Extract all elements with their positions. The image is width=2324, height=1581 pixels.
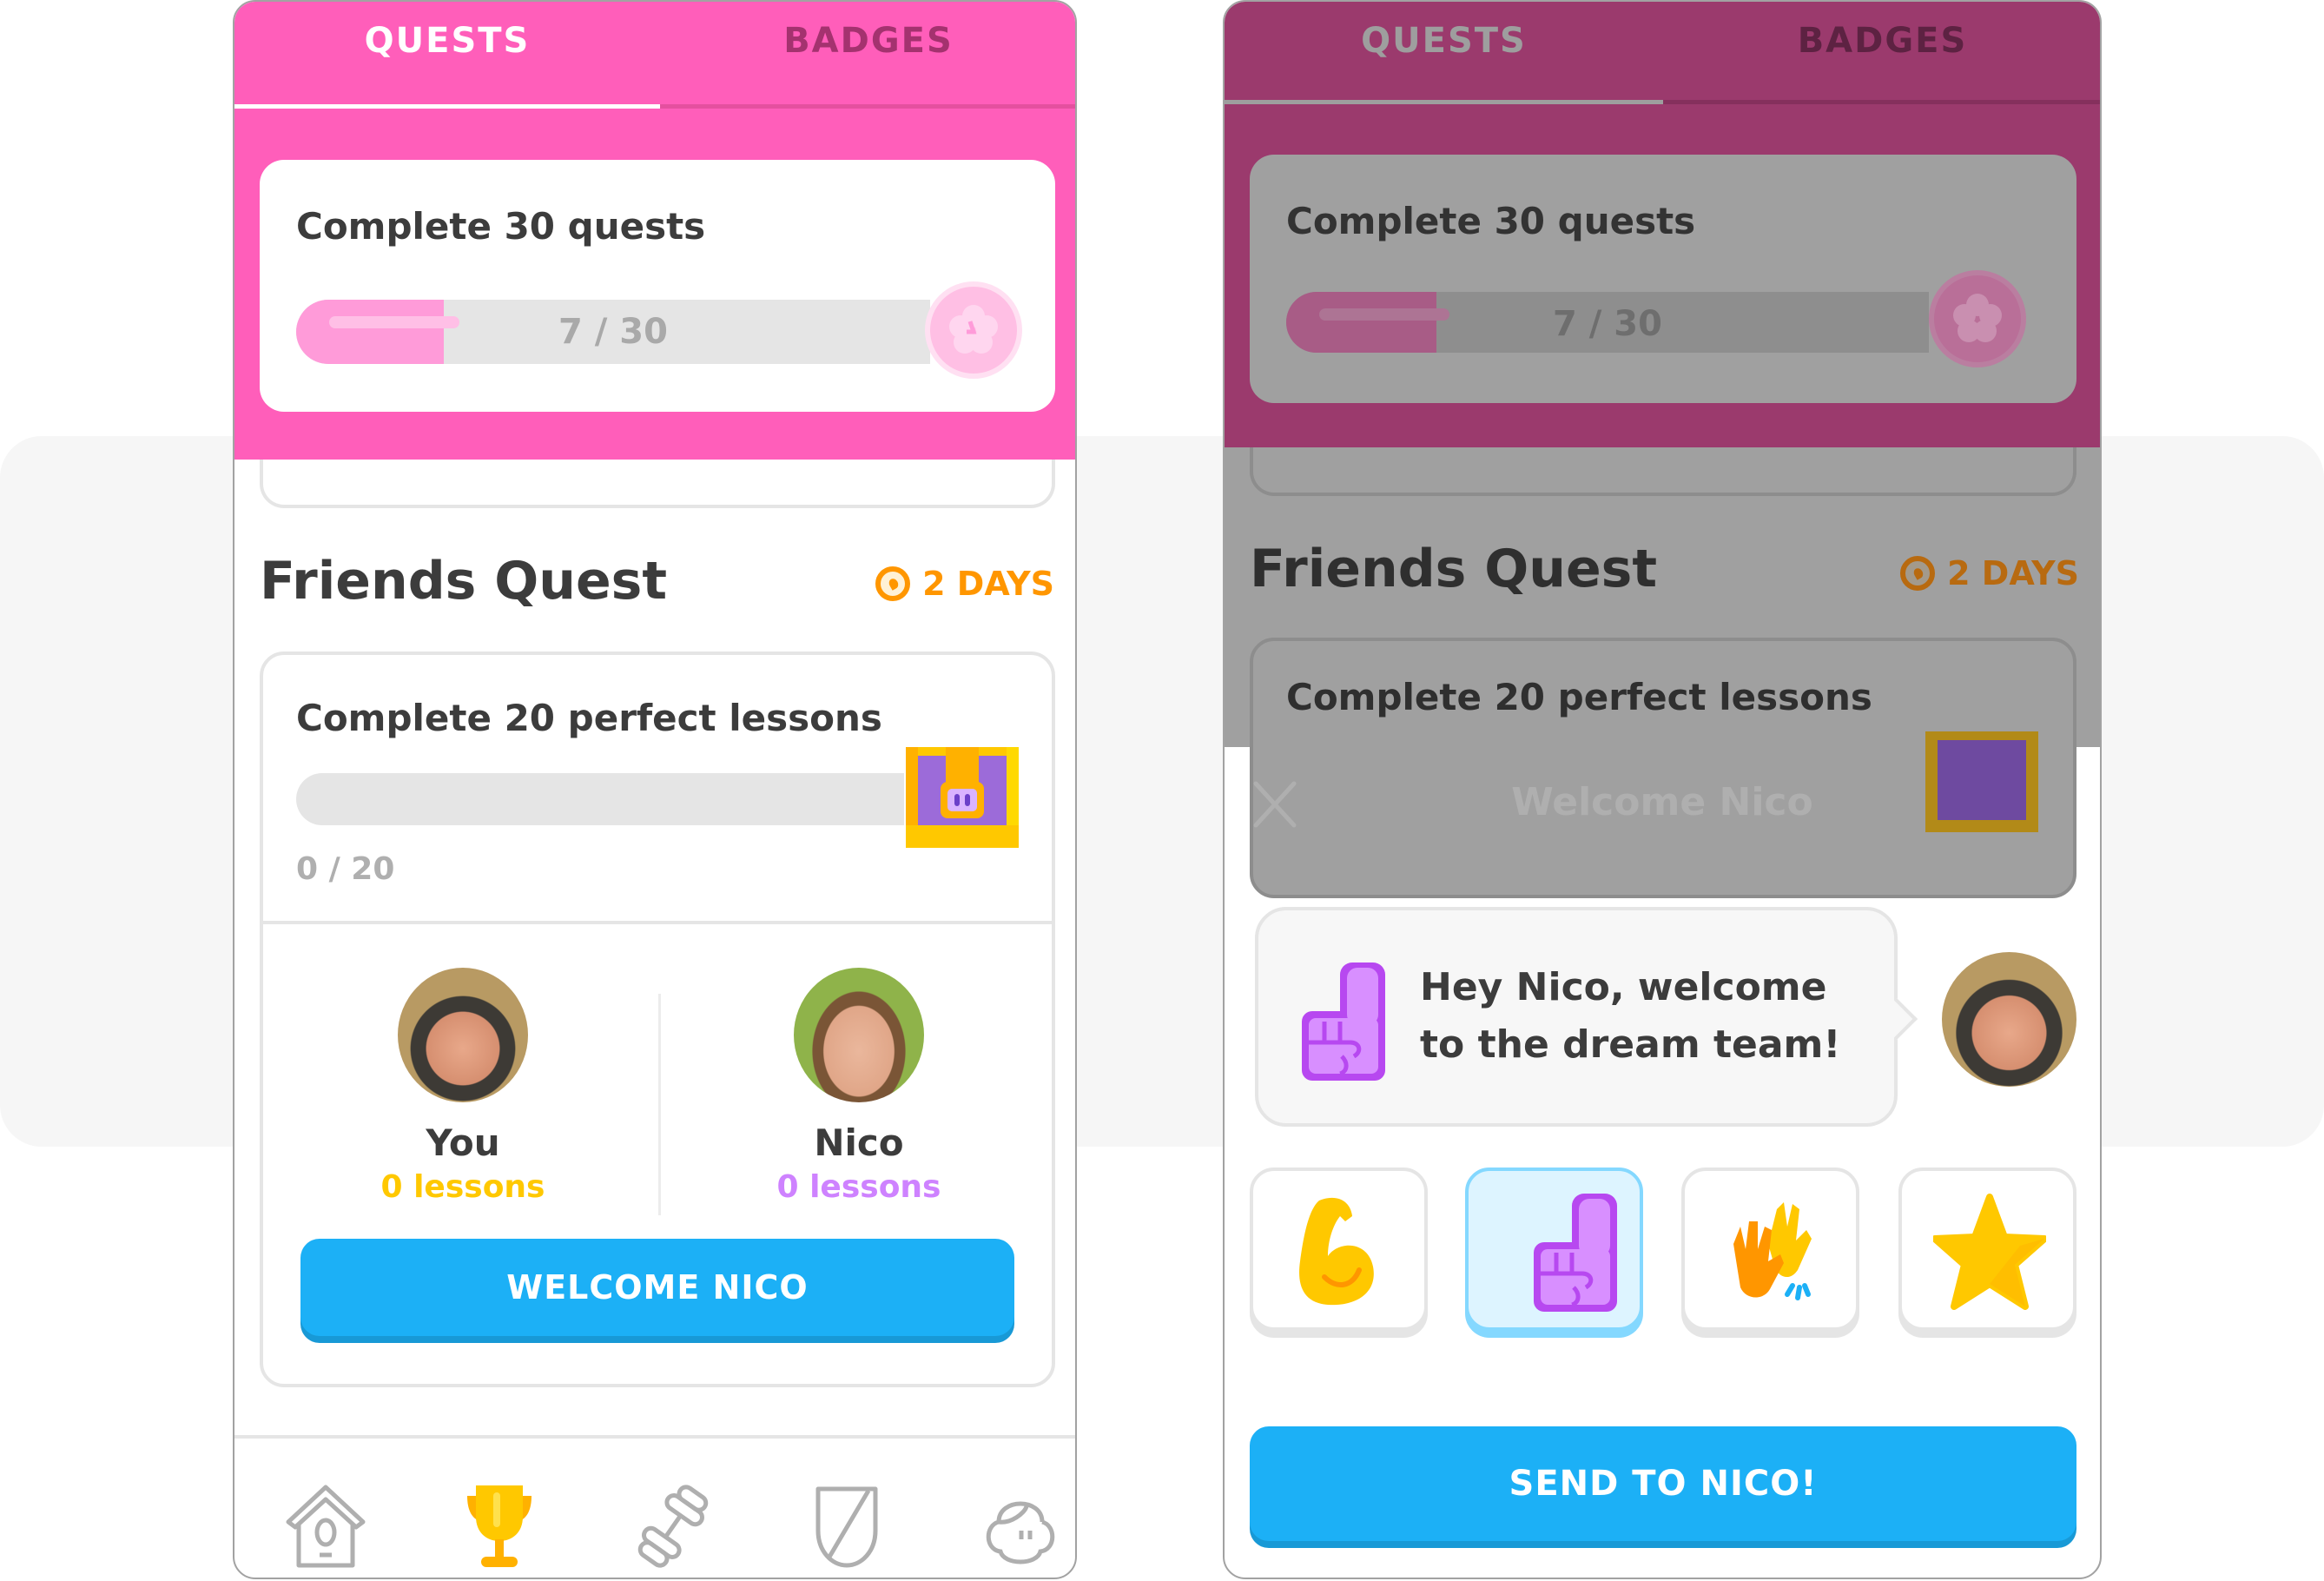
foam-finger-icon xyxy=(1302,962,1385,1081)
flower-badge-icon xyxy=(925,281,1022,379)
friends-quest-card: Complete 20 perfect lessons 0 / 20 You 0… xyxy=(260,652,1055,1387)
treasure-chest-icon xyxy=(906,747,1019,848)
tab-badges[interactable]: BADGES xyxy=(660,21,1075,61)
member-nico[interactable]: Nico 0 lessons xyxy=(729,968,989,1205)
friends-quest-task: Complete 20 perfect lessons xyxy=(296,697,882,739)
quests-screen: QUESTS BADGES Complete 30 quests 7 / 30 … xyxy=(233,0,1077,1579)
member-lessons: 0 lessons xyxy=(380,1169,545,1205)
quests-header-dimmed: QUESTS BADGES Complete 30 quests 7 / 30 xyxy=(1225,2,2100,447)
foam-finger-icon xyxy=(1534,1194,1617,1312)
friends-quest-progress-bar xyxy=(296,773,904,825)
bottom-nav xyxy=(234,1478,1075,1574)
nav-practice[interactable] xyxy=(625,1478,721,1574)
friends-quest-heading: Friends Quest xyxy=(1250,539,1658,599)
flower-badge-icon xyxy=(1929,270,2026,367)
friends-quest-heading: Friends Quest xyxy=(260,551,668,612)
trophy-icon xyxy=(467,1485,531,1567)
reaction-star[interactable] xyxy=(1898,1168,2076,1331)
sender-avatar xyxy=(1942,952,2076,1087)
clock-icon xyxy=(875,566,911,601)
reaction-flexed-bicep[interactable] xyxy=(1250,1168,1428,1331)
message-text: Hey Nico, welcome to the dream team! xyxy=(1420,965,1841,1067)
nav-quests[interactable] xyxy=(452,1478,547,1574)
sheet-title: Welcome Nico xyxy=(1511,780,1813,824)
profile-icon xyxy=(986,1501,1055,1564)
reaction-foam-finger[interactable] xyxy=(1465,1168,1643,1331)
monthly-quest-progress-text: 7 / 30 xyxy=(1553,304,1662,344)
time-left: 2 DAYS xyxy=(922,565,1054,603)
monthly-quest-progress-bar: 7 / 30 xyxy=(296,300,930,364)
monthly-quest-card: Complete 30 quests 7 / 30 xyxy=(1250,155,2076,403)
nav-divider xyxy=(234,1435,1075,1439)
tab-quests: QUESTS xyxy=(1361,21,1527,61)
nav-profile[interactable] xyxy=(973,1478,1068,1574)
monthly-quest-title: Complete 30 quests xyxy=(296,205,706,248)
quests-header: QUESTS BADGES Complete 30 quests 7 / 30 xyxy=(234,2,1075,460)
avatar xyxy=(398,968,528,1102)
flexed-bicep-icon xyxy=(1299,1197,1374,1306)
monthly-quest-progress-text: 7 / 30 xyxy=(558,312,668,352)
message-bubble: Hey Nico, welcome to the dream team! xyxy=(1255,907,1898,1127)
friends-quest-task: Complete 20 perfect lessons xyxy=(1286,676,1872,718)
avatar xyxy=(794,968,924,1102)
reaction-picker xyxy=(1250,1168,2076,1337)
friends-quest-timer: 2 DAYS xyxy=(1900,554,2079,592)
tab-badges: BADGES xyxy=(1797,21,1968,61)
friends-quest-progress-text: 0 / 20 xyxy=(296,851,395,887)
welcome-nico-button[interactable]: WELCOME NICO xyxy=(300,1239,1014,1336)
card-divider xyxy=(263,921,1052,924)
time-left: 2 DAYS xyxy=(1947,554,2079,592)
tab-quests[interactable]: QUESTS xyxy=(234,21,660,61)
tab-indicator xyxy=(234,104,660,109)
member-divider xyxy=(658,994,661,1215)
member-you[interactable]: You 0 lessons xyxy=(333,968,593,1205)
member-name: You xyxy=(426,1121,500,1164)
reaction-high-five[interactable] xyxy=(1681,1168,1859,1331)
previous-card-edge xyxy=(260,460,1055,508)
tab-indicator xyxy=(1225,100,1663,104)
monthly-quest-title: Complete 30 quests xyxy=(1286,200,1696,242)
monthly-quest-progress-bar: 7 / 30 xyxy=(1286,292,1929,353)
monthly-quest-card: Complete 30 quests 7 / 30 xyxy=(260,160,1055,412)
nav-home[interactable] xyxy=(278,1478,373,1574)
member-name: Nico xyxy=(814,1121,904,1164)
tab-divider xyxy=(660,104,1075,109)
previous-card-edge xyxy=(1250,447,2076,496)
tab-divider xyxy=(1663,100,2100,104)
member-lessons: 0 lessons xyxy=(776,1169,941,1205)
home-icon xyxy=(286,1485,366,1568)
star-icon xyxy=(1933,1194,2046,1310)
clock-icon xyxy=(1900,556,1936,591)
friends-quest-timer: 2 DAYS xyxy=(875,565,1054,603)
high-five-icon xyxy=(1733,1202,1812,1300)
welcome-bottom-sheet: Welcome Nico Hey Nico, welcome to the dr… xyxy=(1225,747,2100,1578)
dumbbell-icon xyxy=(637,1485,709,1568)
nav-leagues[interactable] xyxy=(799,1478,895,1574)
shield-icon xyxy=(815,1486,878,1568)
send-to-nico-button[interactable]: SEND TO NICO! xyxy=(1250,1426,2076,1541)
welcome-sheet-screen: QUESTS BADGES Complete 30 quests 7 / 30 … xyxy=(1223,0,2102,1579)
